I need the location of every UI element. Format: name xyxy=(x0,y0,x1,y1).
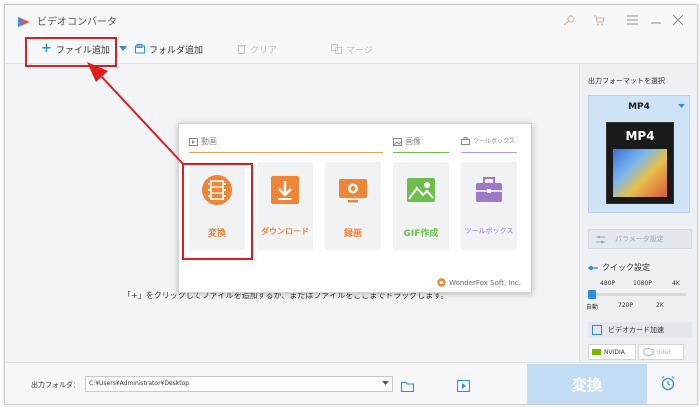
annotation-arrow xyxy=(87,62,185,166)
app-window: ビデオコンバータ + ファイル追加 フォルダ追加 クリア マージ 「+」をクリッ… xyxy=(4,4,698,405)
